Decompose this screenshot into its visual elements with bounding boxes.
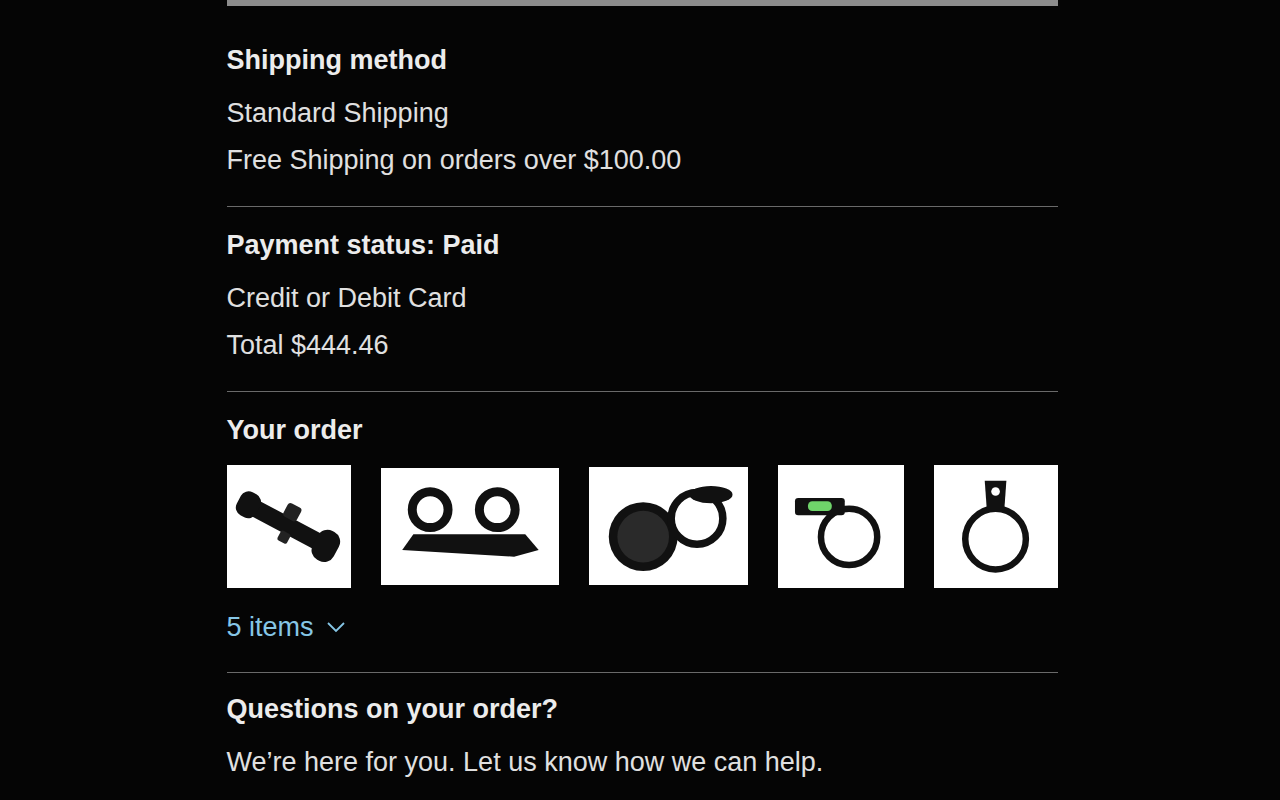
order-heading: Your order [227,413,1058,447]
shipping-heading: Shipping method [227,43,1058,77]
order-page: Shipping method Standard ShippingFree Shi… [0,0,1280,800]
items-toggle[interactable]: 5 items [227,610,346,644]
help-heading: Questions on your order? [227,692,1058,726]
order-details: Shipping method Standard ShippingFree Shi… [227,0,1058,800]
product-thumbnail[interactable] [934,465,1058,588]
items-count: 5 items [227,610,314,644]
throw-lever-icon [941,472,1050,580]
payment-heading: Payment status: Paid [227,228,1058,262]
shipping-section: Shipping method Standard ShippingFree Shi… [227,6,1058,207]
product-thumbnails [227,464,1058,588]
payment-section: Payment status: Paid Credit or Debit Card… [227,207,1058,392]
shipping-method: Standard Shipping [227,90,1058,137]
shipping-note: Free Shipping on orders over $100.00 [227,137,1058,184]
product-thumbnail[interactable] [778,465,904,588]
lens-caps-icon [598,474,738,578]
payment-method: Credit or Debit Card [227,275,1058,322]
scope-mount-icon [391,475,548,578]
product-thumbnail[interactable] [589,467,748,585]
rifle-scope-icon [234,472,343,580]
payment-total: Total $444.46 [227,322,1058,369]
order-section: Your order 5 items [227,392,1058,673]
help-section: Questions on your order? We’re here for y… [227,673,1058,800]
help-text: We’re here for you. Let us know how we c… [227,739,1058,786]
bubble-level-icon [785,472,896,580]
chevron-down-icon [326,621,346,633]
product-thumbnail[interactable] [381,468,559,585]
product-thumbnail[interactable] [227,465,351,588]
